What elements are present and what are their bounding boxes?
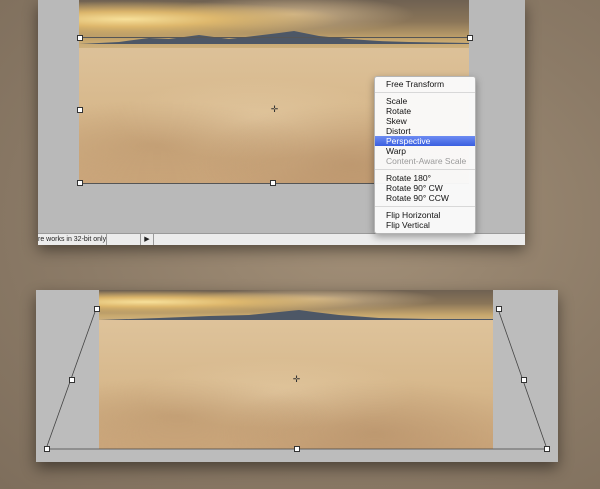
menu-item-content-aware-scale: Content-Aware Scale	[386, 156, 467, 166]
transform-handle-icon[interactable]	[521, 377, 527, 383]
menu-item-skew[interactable]: Skew	[375, 116, 475, 126]
crosshair-icon[interactable]: ✛	[270, 105, 279, 114]
transform-handle-icon[interactable]	[270, 180, 276, 186]
menu-item-perspective[interactable]: Perspective	[375, 136, 475, 146]
status-menu-arrow-icon[interactable]: ▶	[140, 234, 154, 245]
menu-separator	[375, 92, 475, 93]
menu-item-distort[interactable]: Distort	[375, 126, 475, 136]
status-bar: re works in 32-bit only ▶	[38, 233, 525, 245]
menu-item-flip-vertical[interactable]: Flip Vertical	[375, 220, 475, 230]
status-text: re works in 32-bit only	[38, 236, 106, 243]
menu-separator	[375, 206, 475, 207]
menu-separator	[375, 169, 475, 170]
transform-handle-icon[interactable]	[294, 446, 300, 452]
menu-item-flip-horizontal[interactable]: Flip Horizontal	[375, 210, 475, 220]
transform-handle-icon[interactable]	[496, 306, 502, 312]
menu-item-rotate[interactable]: Rotate	[375, 106, 475, 116]
transform-handle-icon[interactable]	[544, 446, 550, 452]
transform-handle-icon[interactable]	[77, 180, 83, 186]
transform-context-menu: Free Transform Scale Rotate Skew Distort…	[374, 76, 476, 234]
transform-handle-icon[interactable]	[69, 377, 75, 383]
menu-item-rotate-90-cw[interactable]: Rotate 90° CW	[375, 183, 475, 193]
document-window-bottom: ✛	[36, 290, 558, 462]
transform-handle-icon[interactable]	[44, 446, 50, 452]
transform-handle-icon[interactable]	[467, 35, 473, 41]
menu-item-scale[interactable]: Scale	[375, 96, 475, 106]
menu-item-free-transform[interactable]: Free Transform	[375, 79, 475, 89]
menu-item-warp[interactable]: Warp	[375, 146, 475, 156]
crosshair-icon[interactable]: ✛	[292, 375, 301, 384]
status-divider	[106, 234, 107, 245]
transform-handle-icon[interactable]	[94, 306, 100, 312]
transform-handle-icon[interactable]	[77, 107, 83, 113]
transform-handle-icon[interactable]	[77, 35, 83, 41]
menu-item-rotate-180[interactable]: Rotate 180°	[375, 173, 475, 183]
menu-item-rotate-90-ccw[interactable]: Rotate 90° CCW	[375, 193, 475, 203]
bounding-box-top-edge	[79, 37, 469, 38]
